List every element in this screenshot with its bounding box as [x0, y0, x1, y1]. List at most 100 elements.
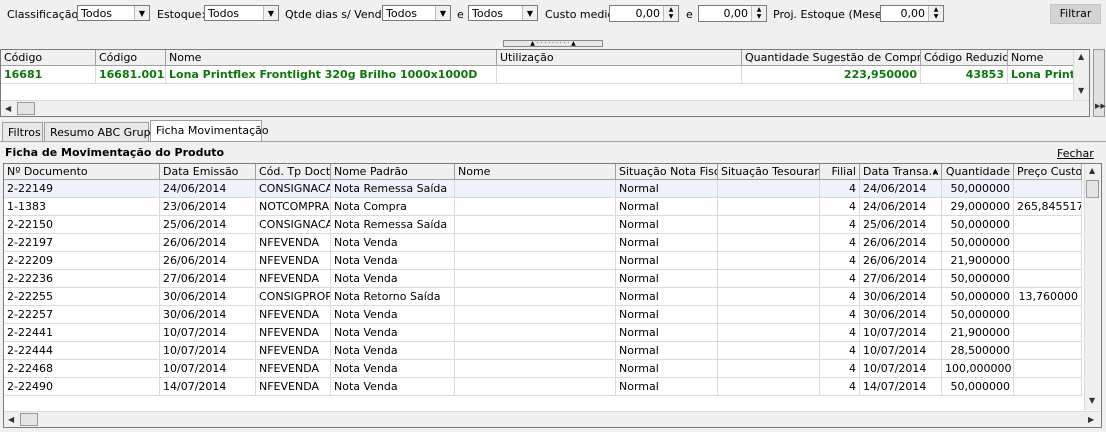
product-cell-codigo-2[interactable]: 16681.001	[96, 66, 166, 84]
cell-quantidade[interactable]: 50,000000	[942, 306, 1014, 324]
table-row[interactable]: 2-22150 25/06/2014 CONSIGNACA Nota Remessa …	[4, 216, 1084, 234]
spin-icon[interactable]: ▲ ▼	[663, 6, 678, 21]
product-cell-quantidade[interactable]: 223,950000	[742, 66, 921, 84]
cell-preco-custo[interactable]	[1014, 234, 1082, 252]
header-preco-custo[interactable]: Preço Custo	[1014, 164, 1082, 180]
cell-nome-padrao[interactable]: Nota Venda	[331, 234, 455, 252]
cell-nome[interactable]	[455, 288, 616, 306]
cell-quantidade[interactable]: 50,000000	[942, 378, 1014, 396]
cell-data-emissao[interactable]: 14/07/2014	[160, 378, 256, 396]
product-cell-nome-2[interactable]: Lona Printf	[1008, 66, 1075, 84]
header-nome[interactable]: Nome	[166, 50, 497, 66]
tab-ficha-movimentacao[interactable]: Ficha Movimentação	[150, 120, 269, 141]
scroll-right-icon[interactable]: ▶	[1088, 415, 1094, 424]
cell-preco-custo[interactable]	[1014, 360, 1082, 378]
product-cell-codigo[interactable]: 16681	[1, 66, 96, 84]
cell-situacao-nota-fiscal[interactable]: Normal	[616, 198, 718, 216]
cell-nome[interactable]	[455, 234, 616, 252]
cell-n-documento[interactable]: 2-22490	[4, 378, 160, 396]
table-row[interactable]: 2-22468 10/07/2014 NFEVENDA Nota Venda Norma…	[4, 360, 1084, 378]
splitter-handle[interactable]: ▲ · · · · · · · · · ▲	[503, 40, 603, 47]
fechar-button[interactable]: Fechar	[1057, 147, 1094, 160]
estoque-select[interactable]: Todos ▼	[204, 5, 279, 21]
cell-situacao-nota-fiscal[interactable]: Normal	[616, 324, 718, 342]
cell-preco-custo[interactable]	[1014, 252, 1082, 270]
header-utilizacao[interactable]: Utilização	[497, 50, 742, 66]
cell-nome-padrao[interactable]: Nota Venda	[331, 306, 455, 324]
cell-nome[interactable]	[455, 252, 616, 270]
cell-nome-padrao[interactable]: Nota Remessa Saída	[331, 180, 455, 198]
cell-preco-custo[interactable]	[1014, 378, 1082, 396]
cell-data-emissao[interactable]: 10/07/2014	[160, 342, 256, 360]
cell-situacao-nota-fiscal[interactable]: Normal	[616, 234, 718, 252]
header-nome-padrao[interactable]: Nome Padrão	[331, 164, 455, 180]
table-row[interactable]: 2-22255 30/06/2014 CONSIGPROP Nota Retorno …	[4, 288, 1084, 306]
product-cell-nome[interactable]: Lona Printflex Frontlight 320g Brilho 10…	[166, 66, 497, 84]
table-row[interactable]: 2-22236 27/06/2014 NFEVENDA Nota Venda Norma…	[4, 270, 1084, 288]
cell-filial[interactable]: 4	[820, 378, 860, 396]
cell-preco-custo[interactable]	[1014, 180, 1082, 198]
table-row[interactable]: 2-22209 26/06/2014 NFEVENDA Nota Venda Norma…	[4, 252, 1084, 270]
header-quantidade-sugestao[interactable]: Quantidade Sugestão de Compra	[742, 50, 921, 66]
cell-quantidade[interactable]: 50,000000	[942, 270, 1014, 288]
header-situacao-tesouraria[interactable]: Situação Tesouraria	[718, 164, 820, 180]
product-cell-codigo-reduzido[interactable]: 43853	[921, 66, 1008, 84]
cell-data-emissao[interactable]: 25/06/2014	[160, 216, 256, 234]
cell-preco-custo[interactable]	[1014, 306, 1082, 324]
cell-filial[interactable]: 4	[820, 198, 860, 216]
cell-nome-padrao[interactable]: Nota Venda	[331, 360, 455, 378]
cell-quantidade[interactable]: 29,000000	[942, 198, 1014, 216]
cell-situacao-nota-fiscal[interactable]: Normal	[616, 252, 718, 270]
cell-quantidade[interactable]: 50,000000	[942, 288, 1014, 306]
cell-situacao-nota-fiscal[interactable]: Normal	[616, 270, 718, 288]
cell-n-documento[interactable]: 2-22257	[4, 306, 160, 324]
cell-cod-tp-docto[interactable]: NFEVENDA	[256, 360, 331, 378]
cell-data-transacao[interactable]: 26/06/2014	[860, 234, 942, 252]
cell-nome-padrao[interactable]: Nota Venda	[331, 342, 455, 360]
cell-data-emissao[interactable]: 26/06/2014	[160, 234, 256, 252]
cell-nome-padrao[interactable]: Nota Venda	[331, 270, 455, 288]
cell-situacao-tesouraria[interactable]	[718, 252, 820, 270]
cell-n-documento[interactable]: 2-22150	[4, 216, 160, 234]
chevron-down-icon[interactable]: ▼	[263, 6, 278, 20]
cell-nome[interactable]	[455, 270, 616, 288]
cell-situacao-tesouraria[interactable]	[718, 180, 820, 198]
header-data-transacao[interactable]: Data Transa... ▲	[860, 164, 942, 180]
qtde-dias-select-2[interactable]: Todos ▼	[468, 5, 538, 21]
cell-situacao-tesouraria[interactable]	[718, 198, 820, 216]
main-grid-hscroll[interactable]: ◀ ▶	[4, 411, 1101, 427]
cell-quantidade[interactable]: 21,900000	[942, 324, 1014, 342]
cell-situacao-tesouraria[interactable]	[718, 306, 820, 324]
cell-cod-tp-docto[interactable]: NFEVENDA	[256, 252, 331, 270]
cell-n-documento[interactable]: 2-22255	[4, 288, 160, 306]
table-row[interactable]: 2-22490 14/07/2014 NFEVENDA Nota Venda Norma…	[4, 378, 1084, 396]
chevron-down-icon[interactable]: ▼	[435, 6, 450, 20]
cell-filial[interactable]: 4	[820, 216, 860, 234]
product-cell-utilizacao[interactable]	[497, 66, 742, 84]
header-n-documento[interactable]: Nº Documento	[4, 164, 160, 180]
cell-data-emissao[interactable]: 10/07/2014	[160, 324, 256, 342]
cell-filial[interactable]: 4	[820, 180, 860, 198]
cell-n-documento[interactable]: 2-22197	[4, 234, 160, 252]
cell-data-emissao[interactable]: 23/06/2014	[160, 198, 256, 216]
cell-data-emissao[interactable]: 26/06/2014	[160, 252, 256, 270]
top-grid-vscroll[interactable]: ▲ ▼	[1073, 50, 1089, 100]
cell-cod-tp-docto[interactable]: CONSIGNACA	[256, 180, 331, 198]
cell-cod-tp-docto[interactable]: NOTCOMPRA	[256, 198, 331, 216]
table-row[interactable]: 2-22257 30/06/2014 NFEVENDA Nota Venda Norma…	[4, 306, 1084, 324]
cell-preco-custo[interactable]: 13,760000	[1014, 288, 1082, 306]
top-grid-hscroll[interactable]: ◀	[1, 100, 1089, 116]
main-grid-vscroll[interactable]: ▲ ▼	[1084, 164, 1101, 410]
classificacao-select[interactable]: Todos ▼	[77, 5, 150, 21]
cell-preco-custo[interactable]	[1014, 324, 1082, 342]
proj-estoque-input[interactable]: 0,00 ▲ ▼	[880, 5, 944, 22]
cell-data-transacao[interactable]: 26/06/2014	[860, 252, 942, 270]
cell-cod-tp-docto[interactable]: NFEVENDA	[256, 342, 331, 360]
table-row[interactable]: 2-22441 10/07/2014 NFEVENDA Nota Venda Norma…	[4, 324, 1084, 342]
cell-cod-tp-docto[interactable]: NFEVENDA	[256, 270, 331, 288]
cell-nome-padrao[interactable]: Nota Venda	[331, 324, 455, 342]
cell-cod-tp-docto[interactable]: CONSIGNACA	[256, 216, 331, 234]
cell-n-documento[interactable]: 2-22209	[4, 252, 160, 270]
table-row[interactable]: 2-22444 10/07/2014 NFEVENDA Nota Venda Norma…	[4, 342, 1084, 360]
cell-nome-padrao[interactable]: Nota Retorno Saída	[331, 288, 455, 306]
